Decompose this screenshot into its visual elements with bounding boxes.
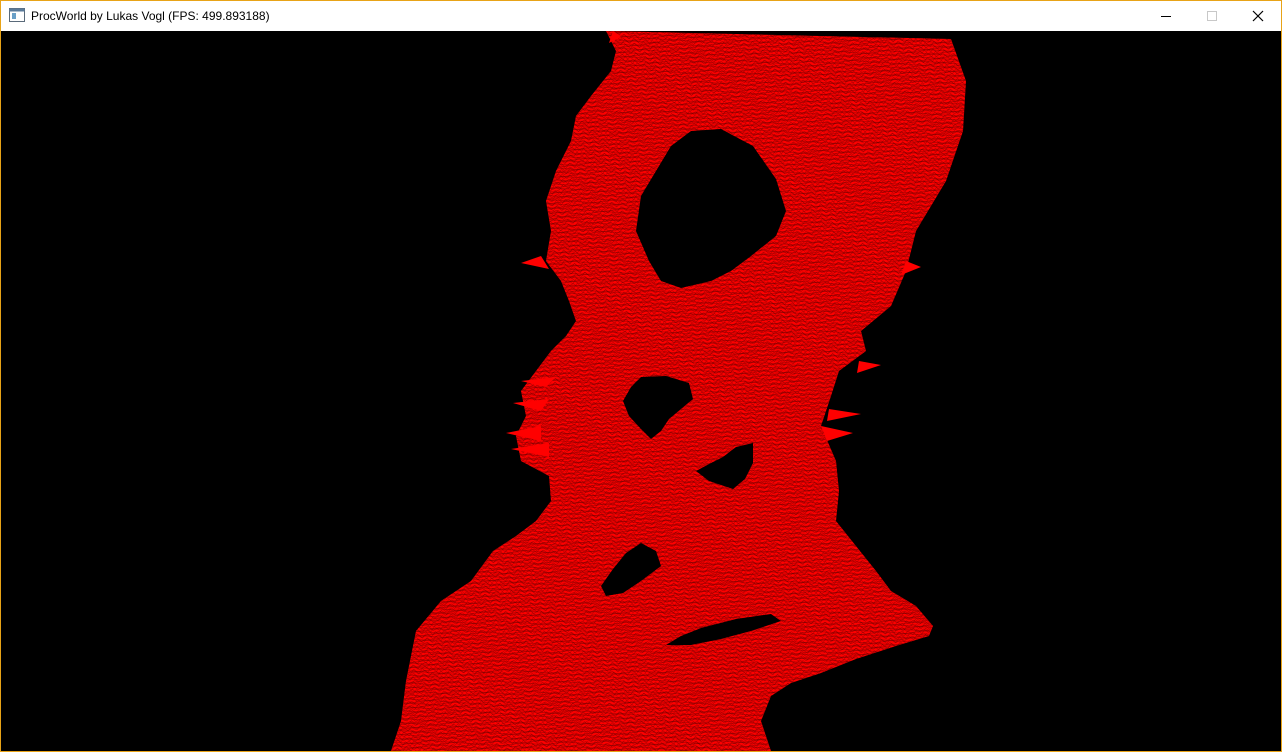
maximize-button[interactable] [1189, 1, 1235, 31]
minimize-icon [1161, 16, 1171, 17]
app-window: ProcWorld by Lukas Vogl (FPS: 499.893188… [0, 0, 1282, 752]
minimize-button[interactable] [1143, 1, 1189, 31]
maximize-icon [1207, 11, 1217, 21]
render-viewport[interactable] [1, 31, 1281, 751]
window-title: ProcWorld by Lukas Vogl (FPS: 499.893188… [31, 9, 270, 23]
close-icon [1252, 10, 1264, 22]
wireframe-mesh [391, 31, 966, 751]
close-button[interactable] [1235, 1, 1281, 31]
application-window-icon [9, 8, 25, 22]
title-bar[interactable]: ProcWorld by Lukas Vogl (FPS: 499.893188… [1, 1, 1281, 31]
